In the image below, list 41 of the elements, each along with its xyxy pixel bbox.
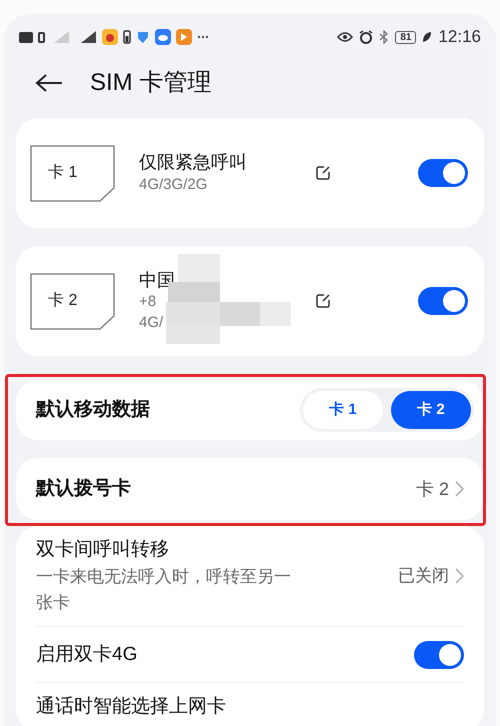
sim-option-button[interactable]: 卡 1: [303, 391, 383, 429]
setting-row[interactable]: 启用双卡4G: [36, 626, 464, 682]
setting-value: 卡 2: [416, 478, 449, 500]
sim-option-button[interactable]: 卡 2: [391, 391, 471, 429]
battery-icon: [123, 30, 131, 44]
setting-title: 通话时智能选择上网卡: [36, 695, 226, 719]
sim-card-label: 卡 1: [30, 144, 115, 202]
page-title: SIM 卡管理: [90, 68, 212, 98]
eye-icon: [337, 31, 354, 43]
back-icon[interactable]: [34, 73, 64, 93]
setting-title: 启用双卡4G: [36, 642, 138, 666]
battery-level: 81: [395, 30, 416, 44]
sim-name: 仅限紧急呼叫: [139, 151, 248, 174]
setting-description: 一卡来电无法呼入时，呼转至另一张卡: [36, 566, 291, 614]
app-icon: [102, 29, 118, 45]
sim-card-label: 卡 2: [30, 272, 115, 330]
setting-title: 双卡间呼叫转移: [36, 538, 170, 562]
toggle-switch[interactable]: [418, 159, 468, 187]
toggle-switch[interactable]: [414, 640, 464, 668]
toggle-switch[interactable]: [418, 287, 468, 315]
app-icon: [176, 29, 192, 45]
leaf-icon: [422, 31, 432, 43]
edit-icon[interactable]: [315, 293, 331, 309]
clock-time: 12:16: [438, 26, 481, 48]
more-icon: [197, 35, 209, 39]
setting-panel[interactable]: 默认拨号卡 卡 2: [16, 458, 484, 520]
edit-icon[interactable]: [315, 165, 331, 181]
setting-label: 默认移动数据: [36, 398, 150, 422]
chevron-right-icon: [455, 568, 464, 584]
shield-icon: [136, 30, 150, 44]
network-types: 4G/3G/2G: [139, 175, 208, 195]
bluetooth-icon: [379, 30, 390, 44]
alarm-icon: [359, 30, 374, 44]
setting-label: 默认拨号卡: [36, 476, 131, 501]
chevron-right-icon: [455, 481, 464, 497]
cloud-icon: [155, 29, 171, 45]
setting-row[interactable]: 通话时智能选择上网卡: [36, 682, 464, 726]
network-types: 4G/: [139, 313, 164, 333]
setting-value: 已关闭: [398, 565, 449, 588]
setting-row[interactable]: 双卡间呼叫转移 一卡来电无法呼入时，呼转至另一张卡 已关闭: [36, 526, 464, 626]
phone-number: +8: [139, 292, 158, 312]
